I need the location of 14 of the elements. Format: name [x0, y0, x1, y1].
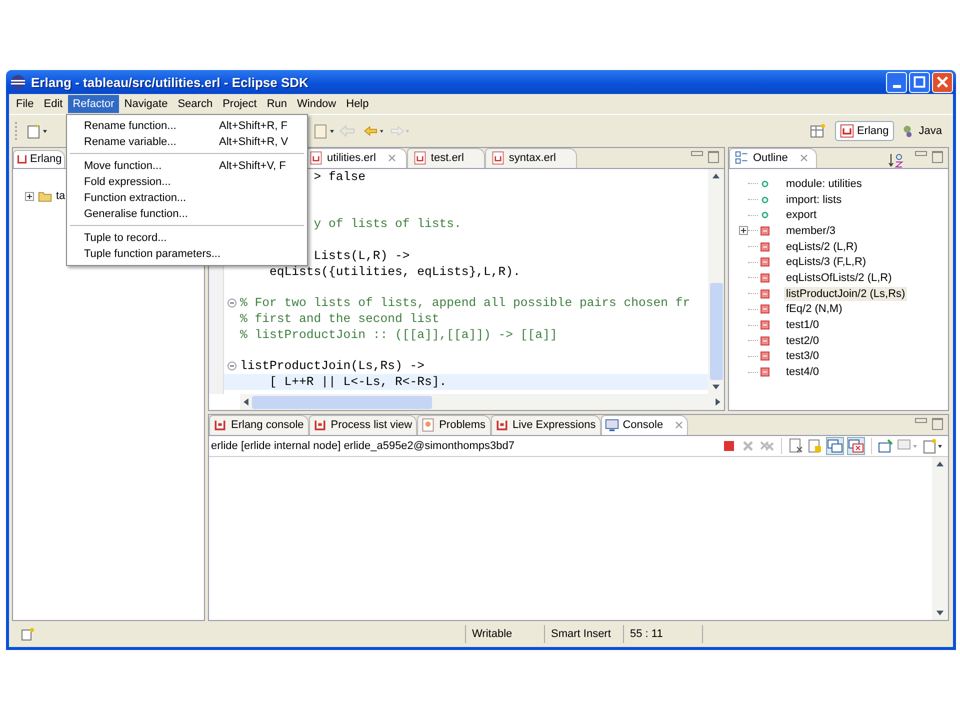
code-line: > false	[312, 170, 366, 184]
code-line: % For two lists of lists, append all possible pairs chosen fr	[240, 296, 690, 310]
code-line: y of lists of lists.	[312, 217, 462, 232]
code-line: listProductJoin(Ls,Rs) ->	[240, 359, 424, 374]
status-field: Smart Insert	[544, 625, 623, 643]
code-line: [ L++R || L<-Ls, R<-Rs].	[268, 375, 447, 390]
status-field: 55 : 11	[623, 625, 702, 643]
code-line: % first and the second list	[240, 312, 440, 326]
window-title: Erlang - tableau/src/utilities.erl - Eclipse SDK	[31, 74, 308, 90]
code-line: Lists(L,R) ->	[312, 248, 410, 263]
code-line: % listProductJoin :: ([[a]],[[a]]) -> [[a]]	[240, 328, 558, 342]
status-field: Writable	[465, 625, 544, 643]
console-title: erlide [erlide internal node] erlide_a595e2@simonthomps3bd7	[211, 440, 514, 452]
code-line: eqLists({utilities, eqLists},L,R).	[268, 264, 520, 279]
